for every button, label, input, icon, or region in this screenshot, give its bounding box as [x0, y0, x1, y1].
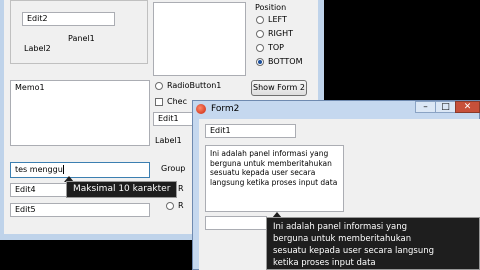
form2-info-tooltip: Ini adalah panel informasi yang berguna …	[266, 217, 480, 270]
form2-edit2-input[interactable]	[205, 216, 267, 230]
tooltip-line: berguna untuk memberitahukan	[273, 234, 412, 244]
position-left-radio[interactable]: LEFT	[256, 15, 287, 24]
checkbox-icon	[155, 97, 163, 106]
edit3-input[interactable]: tes menggu	[10, 162, 150, 178]
show-form2-button[interactable]: Show Form 2	[251, 80, 307, 96]
edit3-text: tes menggu	[15, 165, 63, 174]
radio-icon	[166, 201, 174, 210]
position-right-radio[interactable]: RIGHT	[256, 29, 293, 38]
checkbox1[interactable]: Chec	[155, 97, 187, 106]
memo1[interactable]: Memo1	[10, 80, 150, 146]
maximize-button[interactable]: □	[435, 101, 455, 113]
listbox[interactable]	[153, 2, 246, 76]
position-group-title: Position	[255, 3, 287, 12]
radio-icon	[256, 29, 264, 38]
tooltip-line: ketika proses input data	[273, 258, 376, 268]
form2-edit1-input[interactable]: Edit1	[205, 124, 296, 138]
edit2-input[interactable]: Edit2	[22, 12, 115, 26]
label1: Label1	[155, 136, 182, 145]
form2-title: Form2	[211, 104, 240, 114]
maximize-icon: □	[441, 102, 450, 112]
panel1-caption: Panel1	[68, 34, 95, 43]
radio-checked-icon	[256, 57, 264, 66]
edit5-input[interactable]: Edit5	[10, 203, 150, 217]
radiobutton1[interactable]: RadioButton1	[155, 81, 221, 90]
app-icon	[196, 104, 206, 114]
group-label: Group	[161, 164, 186, 173]
position-group: Position LEFT RIGHT TOP BOTTOM	[251, 0, 315, 75]
form1-frame	[0, 0, 4, 240]
tooltip-line: Ini adalah panel informasi yang	[273, 222, 408, 232]
panel1	[10, 0, 148, 64]
position-top-radio[interactable]: TOP	[256, 43, 284, 52]
close-icon: ✕	[463, 102, 472, 112]
edit3-tooltip: Maksimal 10 karakter	[66, 181, 177, 198]
radio-icon	[256, 43, 264, 52]
label2: Label2	[24, 44, 51, 53]
group-radio-2[interactable]: R	[166, 201, 184, 210]
tooltip-line: sesuatu kepada user secara langsung	[273, 246, 435, 256]
form2-memo[interactable]: Ini adalah panel informasi yang berguna …	[205, 145, 344, 212]
text-caret	[62, 165, 64, 174]
radio-icon	[155, 81, 163, 90]
minimize-icon: –	[423, 102, 428, 112]
minimize-button[interactable]: –	[415, 101, 435, 113]
close-button[interactable]: ✕	[455, 101, 480, 113]
radio-icon	[256, 15, 264, 24]
position-bottom-radio[interactable]: BOTTOM	[256, 57, 302, 66]
